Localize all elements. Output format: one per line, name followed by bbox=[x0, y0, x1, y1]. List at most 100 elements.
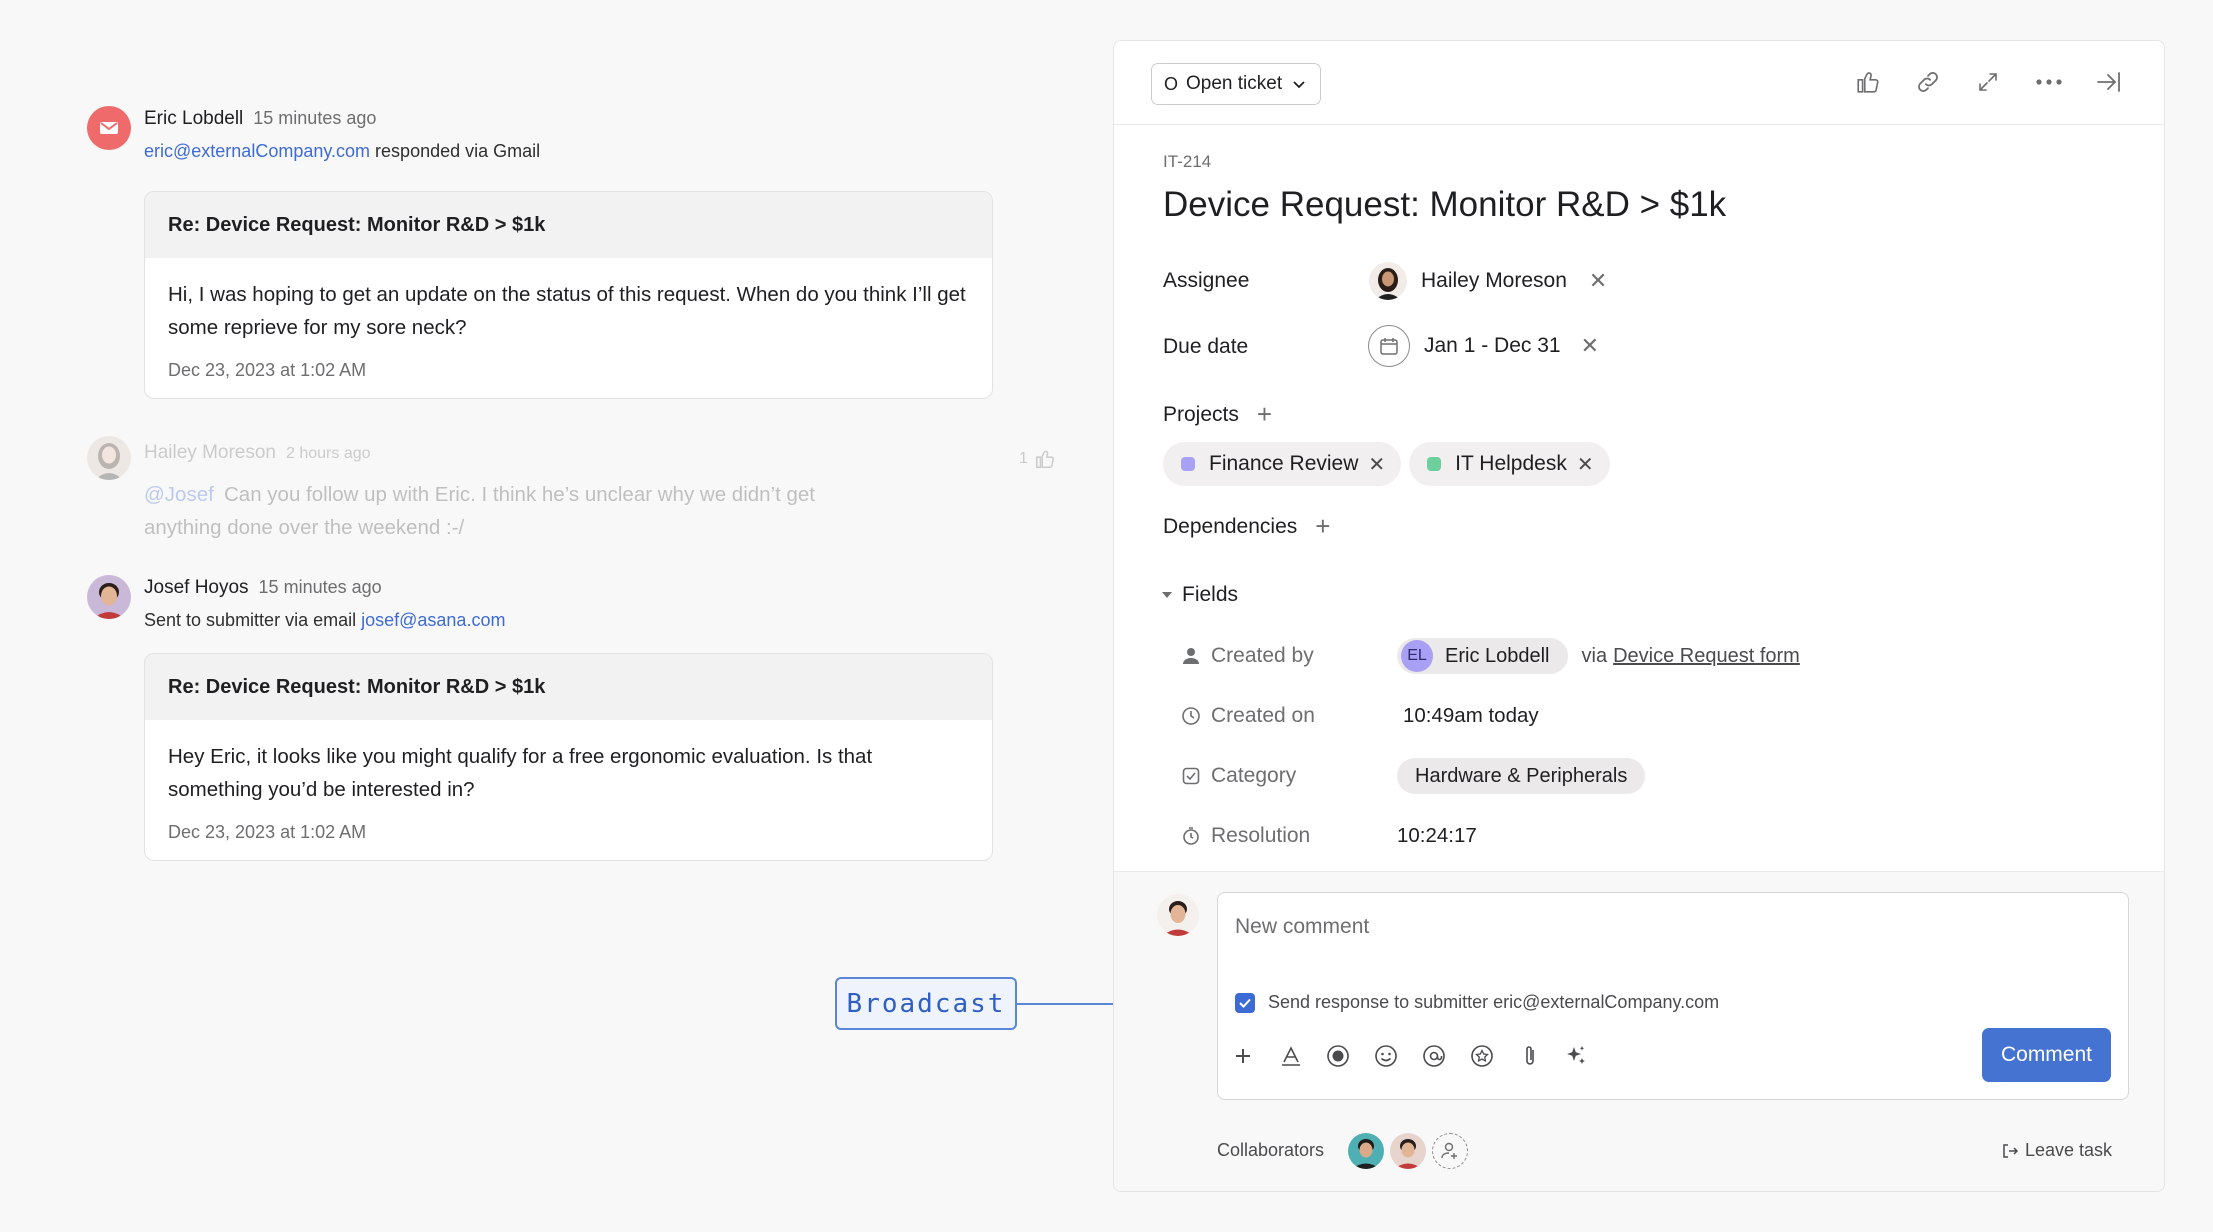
send-response-label: Send response to submitter eric@external… bbox=[1268, 992, 1720, 1012]
collaborator-avatar[interactable] bbox=[1348, 1133, 1384, 1169]
add-person-icon bbox=[1441, 1142, 1457, 1159]
expand-icon bbox=[1979, 73, 1997, 91]
project-pill-it-helpdesk[interactable]: IT Helpdesk ✕ bbox=[1409, 442, 1610, 486]
created-by-value: EL Eric Lobdell via Device Request form bbox=[1397, 638, 1800, 674]
reply-date: Dec 23, 2023 at 1:02 AM bbox=[168, 822, 367, 842]
add-collaborator-button[interactable] bbox=[1432, 1133, 1468, 1169]
thumbs-up-icon bbox=[1035, 450, 1054, 468]
collaborators-label: Collaborators bbox=[1217, 1140, 1325, 1160]
text-format-icon[interactable] bbox=[1276, 1041, 1306, 1071]
project-pills: Finance Review ✕ IT Helpdesk ✕ bbox=[1163, 442, 1610, 486]
sender-email-link[interactable]: josef@asana.com bbox=[361, 610, 505, 630]
reply-body: Hey Eric, it looks like you might qualif… bbox=[168, 745, 873, 801]
ticket-id: IT-214 bbox=[1163, 152, 1212, 171]
add-dependency-icon[interactable]: + bbox=[1315, 511, 1330, 542]
clear-due-date-icon[interactable]: ✕ bbox=[1581, 333, 1599, 359]
close-panel-button[interactable] bbox=[2092, 65, 2126, 99]
panel-toolbar: O Open ticket bbox=[1114, 41, 2164, 125]
broadcast-callout: Broadcast bbox=[835, 977, 1017, 1030]
avatar[interactable] bbox=[87, 575, 131, 619]
like-button[interactable]: 1 bbox=[1019, 448, 1056, 470]
email-subject: Re: Device Request: Monitor R&D > $1k bbox=[145, 192, 992, 258]
assignee-name: Hailey Moreson bbox=[1421, 269, 1567, 292]
event-action: Sent to submitter via email bbox=[144, 610, 357, 630]
caret-down-icon bbox=[1162, 592, 1172, 598]
comment-input[interactable]: New comment bbox=[1235, 915, 1369, 939]
thumbs-up-icon bbox=[1857, 72, 1879, 93]
author-name[interactable]: Josef Hoyos bbox=[144, 577, 249, 598]
attachment-icon[interactable] bbox=[1515, 1041, 1545, 1071]
leave-task-label: Leave task bbox=[2025, 1140, 2113, 1160]
star-icon[interactable] bbox=[1467, 1041, 1497, 1071]
author-name[interactable]: Hailey Moreson bbox=[144, 442, 276, 463]
category-tag[interactable]: Hardware & Peripherals bbox=[1397, 758, 1646, 794]
more-icon bbox=[2036, 79, 2062, 85]
creator-name: Eric Lobdell bbox=[1445, 644, 1550, 667]
calendar-icon bbox=[1368, 325, 1410, 367]
creator-initials: EL bbox=[1401, 640, 1433, 672]
person-icon bbox=[1180, 645, 1202, 667]
projects-label: Projects bbox=[1163, 402, 1239, 426]
creator-chip[interactable]: EL Eric Lobdell bbox=[1397, 638, 1568, 674]
remove-project-icon[interactable]: ✕ bbox=[1577, 452, 1594, 477]
comment-text: Can you follow up with Eric. I think he’… bbox=[144, 483, 816, 539]
mention-link[interactable]: @Josef bbox=[144, 478, 224, 511]
project-color-dot bbox=[1427, 457, 1442, 471]
status-label: Open ticket bbox=[1186, 73, 1283, 94]
reply-event-header: Josef Hoyos 15 minutes ago bbox=[144, 577, 382, 599]
reply-card[interactable]: Re: Device Request: Monitor R&D > $1k He… bbox=[144, 653, 993, 861]
mention-icon[interactable] bbox=[1419, 1041, 1449, 1071]
reply-event-subline: Sent to submitter via email josef@asana.… bbox=[144, 610, 505, 631]
timestamp: 15 minutes ago bbox=[258, 577, 382, 597]
chevron-down-icon bbox=[1293, 81, 1305, 89]
dependencies-label: Dependencies bbox=[1163, 514, 1298, 538]
email-event-subline: eric@externalCompany.com responded via G… bbox=[144, 141, 540, 162]
comment-button[interactable]: Comment bbox=[1981, 1028, 2111, 1082]
remove-project-icon[interactable]: ✕ bbox=[1368, 452, 1385, 477]
emoji-icon[interactable] bbox=[1371, 1041, 1401, 1071]
clock-icon bbox=[1180, 705, 1202, 727]
remove-assignee-icon[interactable]: ✕ bbox=[1589, 268, 1607, 294]
record-icon[interactable] bbox=[1323, 1041, 1353, 1071]
copy-link-button[interactable] bbox=[1911, 65, 1945, 99]
mail-icon bbox=[100, 122, 118, 134]
reply-subject: Re: Device Request: Monitor R&D > $1k bbox=[145, 654, 992, 720]
status-dropdown[interactable]: O Open ticket bbox=[1151, 63, 1322, 105]
leave-task-button[interactable]: Leave task bbox=[2001, 1140, 2112, 1161]
check-icon bbox=[1239, 998, 1251, 1008]
event-action: responded via Gmail bbox=[375, 141, 541, 161]
timer-icon bbox=[1180, 825, 1202, 847]
reply-body-container: Hey Eric, it looks like you might qualif… bbox=[145, 720, 992, 860]
task-title[interactable]: Device Request: Monitor R&D > $1k bbox=[1163, 185, 1726, 225]
like-task-button[interactable] bbox=[1851, 65, 1885, 99]
comment-text-container: @Josef Can you follow up with Eric. I thi… bbox=[144, 478, 884, 544]
project-pill-finance-review[interactable]: Finance Review ✕ bbox=[1163, 442, 1402, 486]
more-actions-button[interactable] bbox=[2032, 65, 2066, 99]
fields-toggle[interactable]: Fields bbox=[1160, 583, 1238, 607]
avatar[interactable] bbox=[87, 436, 131, 480]
due-date-field[interactable]: Jan 1 - Dec 31 ✕ bbox=[1368, 325, 1599, 367]
send-response-checkbox[interactable] bbox=[1235, 993, 1255, 1013]
comment-composer[interactable]: New comment Send response to submitter e… bbox=[1217, 892, 2129, 1100]
email-card[interactable]: Re: Device Request: Monitor R&D > $1k Hi… bbox=[144, 191, 993, 399]
due-date-value: Jan 1 - Dec 31 bbox=[1424, 334, 1561, 357]
form-link[interactable]: Device Request form bbox=[1613, 645, 1800, 668]
created-on-value: 10:49am today bbox=[1403, 704, 1539, 727]
author-name[interactable]: Eric Lobdell bbox=[144, 108, 243, 129]
like-count: 1 bbox=[1019, 450, 1028, 467]
status-badge: O bbox=[1164, 73, 1179, 94]
email-date: Dec 23, 2023 at 1:02 AM bbox=[168, 360, 367, 380]
collaborator-avatar[interactable] bbox=[1390, 1133, 1426, 1169]
assignee-label: Assignee bbox=[1163, 269, 1250, 292]
projects-header: Projects + bbox=[1163, 399, 1272, 430]
collaborator-list bbox=[1348, 1133, 1468, 1169]
expand-button[interactable] bbox=[1971, 65, 2005, 99]
add-project-icon[interactable]: + bbox=[1257, 399, 1272, 430]
fields-label: Fields bbox=[1182, 583, 1239, 606]
ai-sparkle-icon[interactable] bbox=[1561, 1041, 1591, 1071]
sender-email-link[interactable]: eric@externalCompany.com bbox=[144, 141, 370, 161]
assignee-field[interactable]: Hailey Moreson ✕ bbox=[1369, 262, 1607, 300]
close-panel-icon bbox=[2097, 72, 2120, 92]
created-on-label: Created on bbox=[1211, 704, 1315, 727]
add-icon[interactable] bbox=[1228, 1041, 1258, 1071]
